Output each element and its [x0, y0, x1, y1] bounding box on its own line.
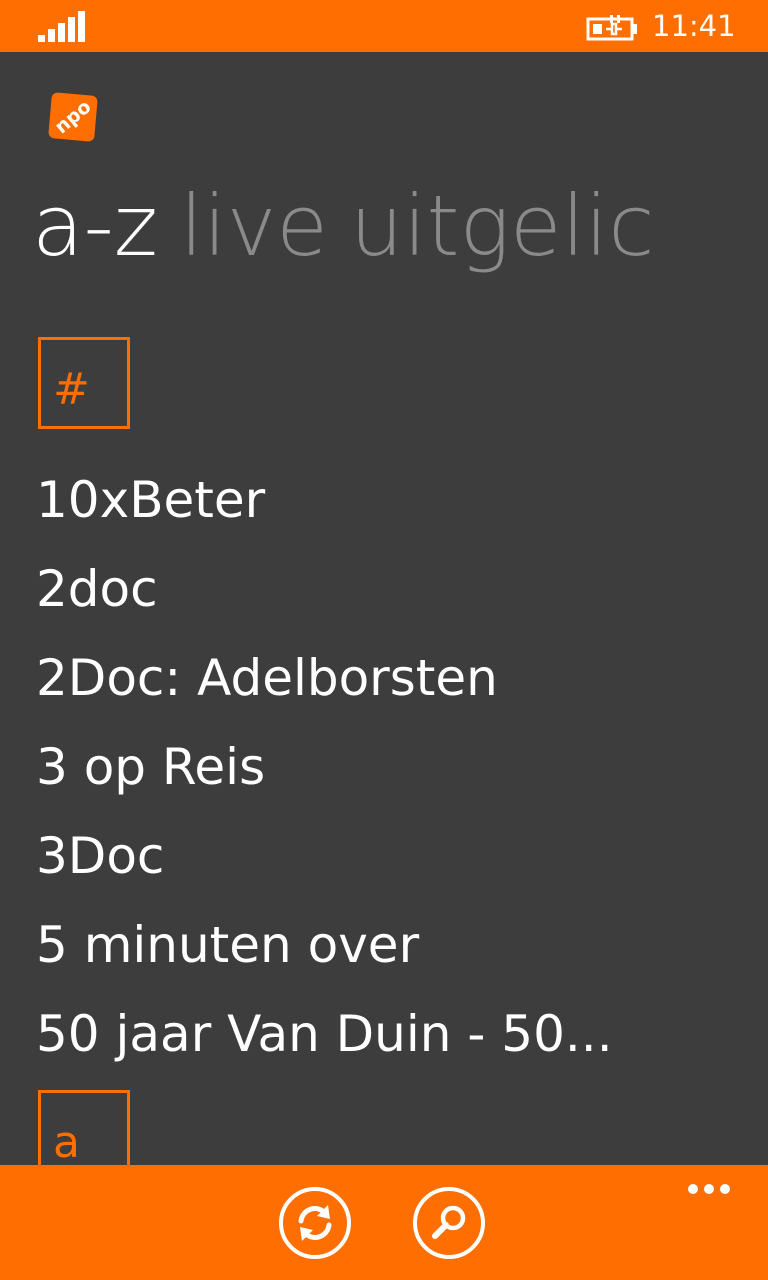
program-list: 10xBeter 2doc 2Doc: Adelborsten 3 op Rei…	[36, 460, 756, 1083]
pivot-header: a-z live uitgelic	[32, 166, 768, 286]
list-item[interactable]: 10xBeter	[36, 460, 756, 549]
status-time: 11:41	[652, 9, 736, 43]
list-item[interactable]: 2Doc: Adelborsten	[36, 638, 756, 727]
group-header-label: #	[53, 364, 90, 415]
list-item[interactable]: 5 minuten over	[36, 905, 756, 994]
list-item[interactable]: 2doc	[36, 549, 756, 638]
battery-charging-icon	[586, 15, 637, 41]
search-button[interactable]	[411, 1185, 487, 1261]
signal-strength-icon	[38, 11, 86, 42]
pivot-item-a-z[interactable]: a-z	[32, 166, 158, 286]
search-icon	[432, 1205, 466, 1239]
npo-logo-icon: npo	[48, 92, 98, 142]
list-item[interactable]: 3Doc	[36, 816, 756, 905]
group-header-label: a	[53, 1117, 80, 1168]
more-dots-icon[interactable]	[686, 1181, 732, 1197]
list-item[interactable]: 50 jaar Van Duin - 50...	[36, 994, 756, 1083]
app-screen: 11:41 npo a-z live uitgelic # 10xBeter 2do…	[0, 0, 768, 1280]
refresh-icon	[298, 1205, 332, 1241]
list-item[interactable]: 3 op Reis	[36, 727, 756, 816]
refresh-button[interactable]	[277, 1185, 353, 1261]
group-header-hash[interactable]: #	[38, 337, 130, 429]
app-bar	[0, 1165, 768, 1280]
status-bar: 11:41	[0, 0, 768, 52]
pivot-item-live[interactable]: live	[180, 166, 328, 286]
pivot-item-uitgelicht[interactable]: uitgelic	[350, 166, 654, 286]
